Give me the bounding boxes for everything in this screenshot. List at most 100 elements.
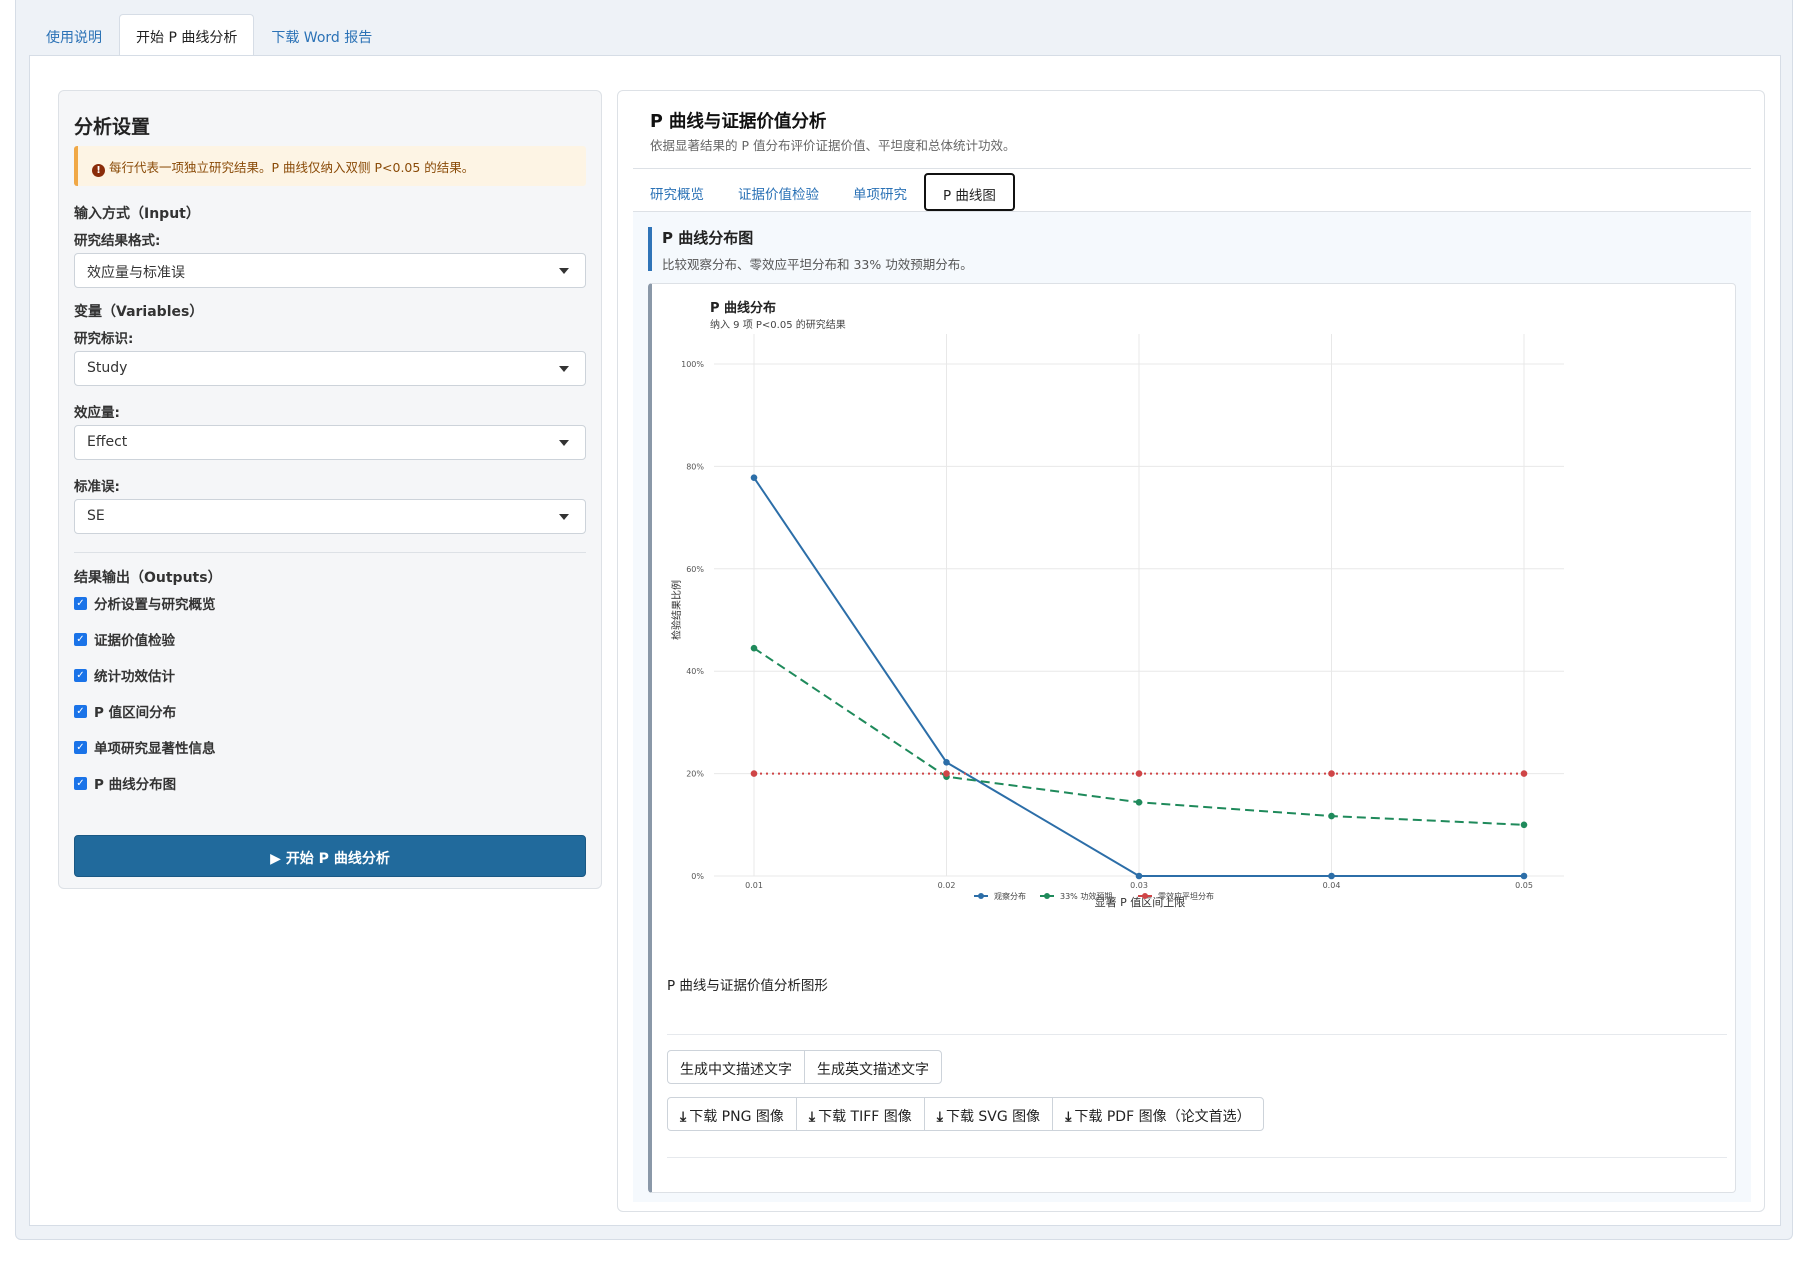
legend-marker	[1142, 893, 1148, 899]
checkbox-checked-icon: ✓	[74, 740, 87, 754]
input-section-label: 输入方式（Input）	[74, 206, 200, 222]
download-icon: ⤓	[936, 1109, 943, 1125]
legend-marker	[1044, 893, 1050, 899]
info-icon: !	[92, 164, 105, 177]
download-tiff-button[interactable]: ⤓ 下载 TIFF 图像	[795, 1097, 925, 1131]
figure-description: P 曲线与证据价值分析图形	[667, 978, 828, 994]
tab-overview[interactable]: 研究概览	[633, 173, 721, 211]
data-point	[1520, 821, 1528, 829]
divider	[667, 1034, 1727, 1035]
se-label: 标准误:	[74, 479, 120, 495]
chevron-down-icon	[559, 268, 569, 274]
y-tick-label: 40%	[686, 667, 704, 676]
download-icon: ⤓	[808, 1109, 816, 1125]
divider	[633, 168, 1751, 169]
study-select-value: Study	[87, 360, 128, 376]
page-subtitle: 依据显著结果的 P 值分布评价证据价值、平坦度和总体统计功效。	[650, 138, 1016, 153]
pcurve-chart: P 曲线分布 纳入 9 项 P<0.05 的研究结果 0.01 0.02 0.03 0…	[670, 300, 1564, 909]
divider	[667, 1157, 1727, 1158]
generate-chinese-text-button[interactable]: 生成中文描述文字	[667, 1050, 805, 1084]
x-tick-label: 0.02	[938, 881, 956, 890]
divider	[74, 552, 586, 553]
data-point	[750, 770, 758, 777]
download-icon: ⤓	[1065, 1109, 1072, 1125]
chevron-down-icon	[559, 440, 569, 446]
download-png-label: 下载 PNG 图像	[689, 1109, 784, 1125]
run-button-label: 开始 P 曲线分析	[285, 851, 390, 867]
data-point	[943, 759, 950, 766]
se-select[interactable]: SE	[74, 499, 586, 534]
tab-single-study[interactable]: 单项研究	[836, 173, 924, 211]
alert-text: 每行代表一项独立研究结果。P 曲线仅纳入双侧 P<0.05 的结果。	[109, 160, 475, 175]
download-pdf-button[interactable]: ⤓ 下载 PDF 图像（论文首选）	[1052, 1097, 1264, 1131]
checkbox-checked-icon: ✓	[74, 596, 87, 610]
checkbox-label: 单项研究显著性信息	[94, 741, 216, 757]
y-tick-label: 20%	[686, 770, 704, 779]
sidebar-title: 分析设置	[74, 116, 151, 138]
format-select-value: 效应量与标准误	[87, 265, 185, 281]
checkbox-label: P 值区间分布	[94, 705, 177, 721]
download-png-button[interactable]: ⤓ 下载 PNG 图像	[667, 1097, 797, 1131]
effect-label: 效应量:	[74, 405, 120, 421]
study-label: 研究标识:	[74, 331, 134, 347]
study-select[interactable]: Study	[74, 351, 586, 386]
chart-title: P 曲线分布	[710, 300, 776, 316]
checkbox-checked-icon: ✓	[74, 776, 87, 790]
chart-card: P 曲线分布 纳入 9 项 P<0.05 的研究结果 0.01 0.02 0.03 0…	[648, 283, 1736, 1193]
plot-title: P 曲线分布图	[662, 229, 754, 247]
outputs-section-label: 结果输出（Outputs）	[74, 570, 222, 586]
result-tabs: 研究概览 证据价值检验 单项研究 P 曲线图	[633, 173, 1015, 213]
data-point	[1520, 770, 1528, 777]
output-checkbox[interactable]: ✓ P 值区间分布	[74, 701, 176, 721]
output-checkbox[interactable]: ✓ 分析设置与研究概览	[74, 593, 216, 613]
output-checkbox[interactable]: ✓ P 曲线分布图	[74, 773, 176, 793]
data-point	[1328, 872, 1335, 880]
x-tick-label: 0.03	[1130, 881, 1148, 890]
output-checkbox[interactable]: ✓ 单项研究显著性信息	[74, 737, 216, 757]
data-point	[1328, 770, 1335, 777]
plot-subtitle: 比较观察分布、零效应平坦分布和 33% 功效预期分布。	[662, 257, 973, 272]
download-svg-button[interactable]: ⤓ 下载 SVG 图像	[923, 1097, 1054, 1131]
tab-start-analysis[interactable]: 开始 P 曲线分析	[119, 14, 255, 56]
legend-label: 观察分布	[994, 891, 1026, 901]
format-label: 研究结果格式:	[74, 233, 161, 249]
tab-pcurve-plot[interactable]: P 曲线图	[924, 173, 1015, 211]
generate-english-text-button[interactable]: 生成英文描述文字	[804, 1050, 942, 1084]
text-generation-buttons: 生成中文描述文字 生成英文描述文字	[667, 1050, 942, 1084]
checkbox-label: 分析设置与研究概览	[94, 597, 216, 613]
effect-select[interactable]: Effect	[74, 425, 586, 460]
data-point	[750, 474, 758, 481]
results-panel: P 曲线与证据价值分析 依据显著结果的 P 值分布评价证据价值、平坦度和总体统计…	[617, 90, 1765, 1212]
variables-section-label: 变量（Variables）	[74, 304, 204, 320]
y-tick-label: 80%	[686, 462, 704, 471]
analysis-settings-panel: 分析设置 ! 每行代表一项独立研究结果。P 曲线仅纳入双侧 P<0.05 的结果。…	[58, 90, 602, 889]
checkbox-label: 证据价值检验	[94, 633, 175, 649]
effect-select-value: Effect	[87, 434, 128, 450]
checkbox-label: P 曲线分布图	[94, 777, 177, 793]
checkbox-checked-icon: ✓	[74, 704, 87, 718]
data-point	[1328, 812, 1335, 820]
info-alert: ! 每行代表一项独立研究结果。P 曲线仅纳入双侧 P<0.05 的结果。	[74, 146, 586, 186]
checkbox-checked-icon: ✓	[74, 632, 87, 646]
format-select[interactable]: 效应量与标准误	[74, 253, 586, 288]
tab-evidence-test[interactable]: 证据价值检验	[721, 173, 836, 211]
download-pdf-label: 下载 PDF 图像（论文首选）	[1074, 1109, 1251, 1125]
se-select-value: SE	[87, 508, 105, 524]
output-checkbox[interactable]: ✓ 证据价值检验	[74, 629, 175, 649]
download-icon: ⤓	[680, 1109, 687, 1125]
data-point	[1135, 798, 1143, 806]
data-point	[1520, 872, 1528, 880]
data-point	[1135, 872, 1143, 880]
legend-label: 零效应平坦分布	[1158, 891, 1214, 901]
data-point	[1135, 770, 1143, 777]
output-checkbox[interactable]: ✓ 统计功效估计	[74, 665, 175, 685]
checkbox-checked-icon: ✓	[74, 668, 87, 682]
x-tick-label: 0.01	[745, 881, 763, 890]
plot-header: P 曲线分布图 比较观察分布、零效应平坦分布和 33% 功效预期分布。	[648, 227, 973, 272]
tab-instructions[interactable]: 使用说明	[29, 14, 119, 56]
chart-subtitle: 纳入 9 项 P<0.05 的研究结果	[710, 318, 846, 331]
run-analysis-button[interactable]: ▶ 开始 P 曲线分析	[74, 835, 586, 877]
tab-download-report[interactable]: 下载 Word 报告	[254, 14, 389, 56]
chevron-down-icon	[559, 514, 569, 520]
play-icon: ▶	[270, 851, 281, 867]
